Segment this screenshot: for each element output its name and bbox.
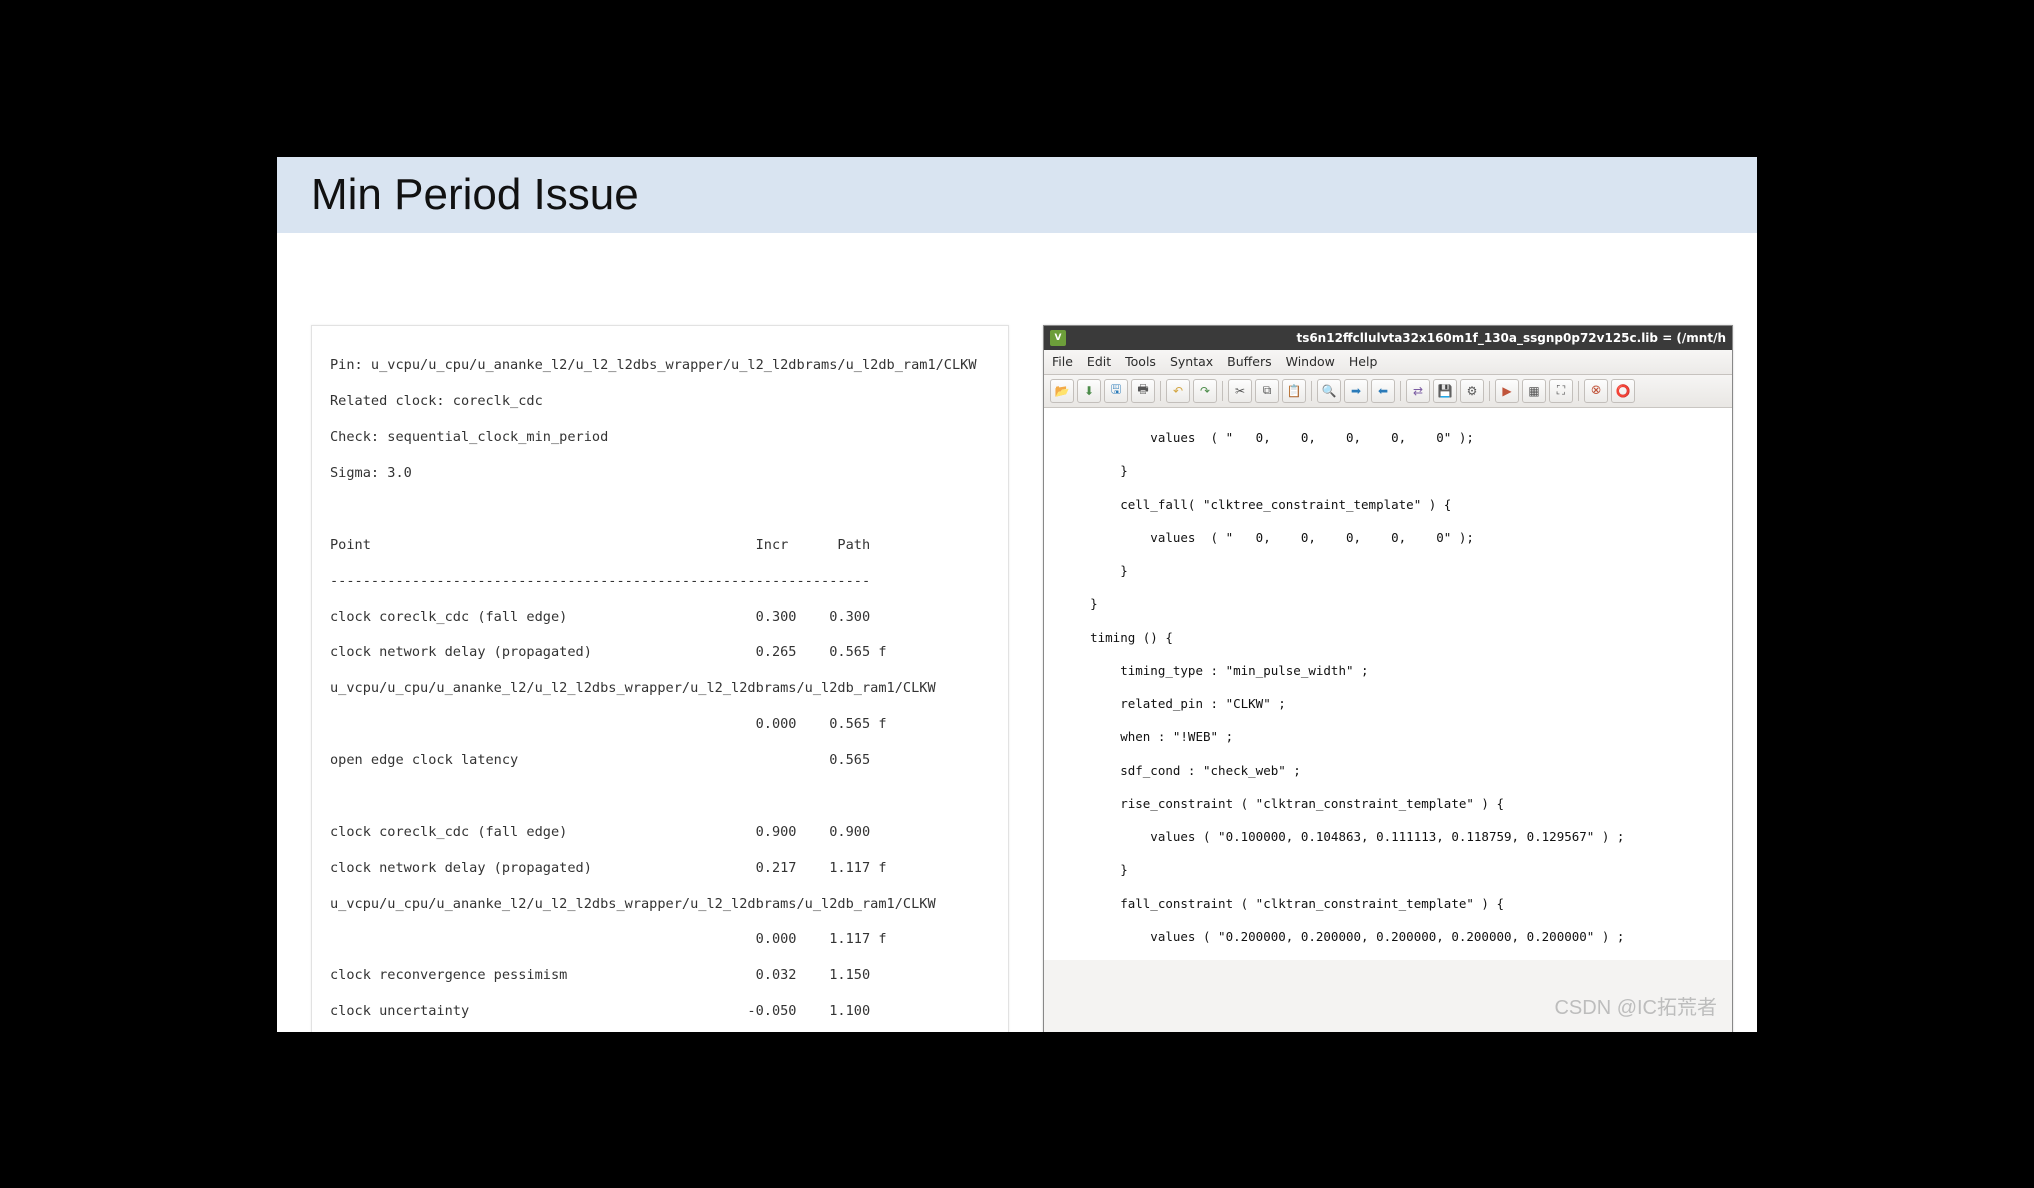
editor-titlebar[interactable]: V ts6n12ffcllulvta32x160m1f_130a_ssgnp0p… [1044, 326, 1732, 350]
report-row: u_vcpu/u_cpu/u_ananke_l2/u_l2_l2dbs_wrap… [330, 680, 990, 698]
find-icon[interactable]: 🔍 [1317, 379, 1341, 403]
maximize-icon[interactable]: ⛶ [1549, 379, 1573, 403]
copy-icon[interactable]: ⧉ [1255, 379, 1279, 403]
code-line: related_pin : "CLKW" ; [1060, 696, 1722, 713]
code-line: when : "!WEB" ; [1060, 729, 1722, 746]
print-icon[interactable]: 🖶 [1131, 379, 1155, 403]
report-row: clock network delay (propagated) 0.217 1… [330, 860, 990, 878]
report-row: 0.000 0.565 f [330, 716, 990, 734]
code-line: timing () { [1060, 630, 1722, 647]
report-row: u_vcpu/u_cpu/u_ananke_l2/u_l2_l2dbs_wrap… [330, 896, 990, 914]
code-line: values ( " 0, 0, 0, 0, 0" ); [1060, 530, 1722, 547]
timing-report-panel: Pin: u_vcpu/u_cpu/u_ananke_l2/u_l2_l2dbs… [311, 325, 1009, 1032]
report-row: 0.000 1.117 f [330, 931, 990, 949]
slide: Min Period Issue Pin: u_vcpu/u_cpu/u_ana… [277, 157, 1757, 1032]
menu-tools[interactable]: Tools [1125, 354, 1156, 369]
report-row: clock coreclk_cdc (fall edge) 0.900 0.90… [330, 824, 990, 842]
open-icon[interactable]: 📂 [1050, 379, 1074, 403]
report-row: open edge clock latency 0.565 [330, 752, 990, 770]
slide-title: Min Period Issue [311, 170, 639, 220]
code-line: } [1060, 463, 1722, 480]
editor-toolbar: 📂 ⬇ 🖫 🖶 ↶ ↷ ✂ ⧉ 📋 🔍 ➡ ⬅ ⇄ 💾 ⚙ [1044, 375, 1732, 408]
report-header: Point Incr Path [330, 537, 990, 555]
code-line: values ( " 0, 0, 0, 0, 0" ); [1060, 430, 1722, 447]
report-row: clock network delay (propagated) 0.265 0… [330, 644, 990, 662]
code-line: } [1060, 563, 1722, 580]
code-line: sdf_cond : "check_web" ; [1060, 763, 1722, 780]
next-icon[interactable]: ➡ [1344, 379, 1368, 403]
code-line: values ( "0.200000, 0.200000, 0.200000, … [1060, 929, 1722, 946]
save2-icon[interactable]: 💾 [1433, 379, 1457, 403]
prev-icon[interactable]: ⬅ [1371, 379, 1395, 403]
window-icon[interactable]: ▦ [1522, 379, 1546, 403]
editor-menubar: File Edit Tools Syntax Buffers Window He… [1044, 350, 1732, 375]
report-row: clock coreclk_cdc (fall edge) 0.300 0.30… [330, 609, 990, 627]
code-line: cell_fall( "clktree_constraint_template"… [1060, 497, 1722, 514]
replace-icon[interactable]: ⇄ [1406, 379, 1430, 403]
redo-icon[interactable]: ↷ [1193, 379, 1217, 403]
report-pin: Pin: u_vcpu/u_cpu/u_ananke_l2/u_l2_l2dbs… [330, 357, 990, 375]
report-divider: ----------------------------------------… [330, 573, 990, 591]
code-line: } [1060, 862, 1722, 879]
title-banner: Min Period Issue [277, 157, 1757, 233]
cut-icon[interactable]: ✂ [1228, 379, 1252, 403]
menu-help[interactable]: Help [1349, 354, 1378, 369]
paste-icon[interactable]: 📋 [1282, 379, 1306, 403]
code-line: values ( "0.100000, 0.104863, 0.111113, … [1060, 829, 1722, 846]
editor-title: ts6n12ffcllulvta32x160m1f_130a_ssgnp0p72… [1296, 331, 1726, 345]
close-icon[interactable]: ⮿ [1584, 379, 1608, 403]
watermark: CSDN @IC拓荒者 [1554, 991, 1717, 1020]
help-icon[interactable]: ⭕ [1611, 379, 1635, 403]
menu-window[interactable]: Window [1286, 354, 1335, 369]
report-check: Check: sequential_clock_min_period [330, 429, 990, 447]
code-line: timing_type : "min_pulse_width" ; [1060, 663, 1722, 680]
menu-buffers[interactable]: Buffers [1227, 354, 1271, 369]
saveall-icon[interactable]: 🖫 [1104, 379, 1128, 403]
menu-syntax[interactable]: Syntax [1170, 354, 1213, 369]
report-sigma: Sigma: 3.0 [330, 465, 990, 483]
undo-icon[interactable]: ↶ [1166, 379, 1190, 403]
editor-content[interactable]: values ( " 0, 0, 0, 0, 0" ); } cell_fall… [1044, 408, 1732, 960]
editor-window: V ts6n12ffcllulvta32x160m1f_130a_ssgnp0p… [1043, 325, 1733, 1032]
report-related-clock: Related clock: coreclk_cdc [330, 393, 990, 411]
vim-icon: V [1050, 330, 1066, 346]
save-icon[interactable]: ⬇ [1077, 379, 1101, 403]
code-line: rise_constraint ( "clktran_constraint_te… [1060, 796, 1722, 813]
code-line: fall_constraint ( "clktran_constraint_te… [1060, 896, 1722, 913]
menu-file[interactable]: File [1052, 354, 1073, 369]
menu-edit[interactable]: Edit [1087, 354, 1111, 369]
report-row: clock uncertainty -0.050 1.100 [330, 1003, 990, 1021]
settings-icon[interactable]: ⚙ [1460, 379, 1484, 403]
run-icon[interactable]: ▶ [1495, 379, 1519, 403]
code-line: } [1060, 596, 1722, 613]
report-row: clock reconvergence pessimism 0.032 1.15… [330, 967, 990, 985]
content-area: Pin: u_vcpu/u_cpu/u_ananke_l2/u_l2_l2dbs… [277, 233, 1757, 1032]
